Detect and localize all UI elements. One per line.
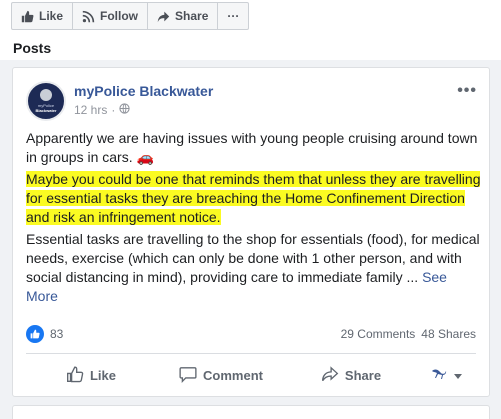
page-action-buttons: Like Follow Share ··· bbox=[11, 2, 250, 30]
page-share-button[interactable]: Share bbox=[148, 3, 219, 29]
page-share-label: Share bbox=[175, 9, 209, 23]
posts-header-strip bbox=[0, 36, 501, 60]
shares-count-link[interactable]: 48 Shares bbox=[421, 327, 476, 341]
avatar-text-line2: Blackwater bbox=[35, 108, 57, 113]
reactions-summary[interactable]: 83 bbox=[26, 325, 63, 343]
actions-divider bbox=[26, 353, 476, 354]
next-post-card bbox=[12, 405, 490, 419]
share-button[interactable]: Share bbox=[286, 365, 416, 386]
comments-count-link[interactable]: 29 Comments bbox=[341, 327, 416, 341]
post-meta: 12 hrs · bbox=[74, 103, 130, 117]
audience-selector[interactable] bbox=[416, 367, 476, 384]
post-options-button[interactable]: ••• bbox=[457, 82, 477, 100]
share-arrow-icon bbox=[321, 365, 339, 386]
post-timestamp[interactable]: 12 hrs bbox=[74, 103, 107, 117]
posts-heading: Posts bbox=[13, 40, 52, 56]
kangaroo-icon bbox=[430, 367, 448, 384]
reaction-count: 83 bbox=[50, 327, 64, 341]
page-like-label: Like bbox=[39, 9, 64, 23]
comment-button[interactable]: Comment bbox=[156, 365, 286, 386]
share-arrow-icon bbox=[157, 10, 170, 23]
thumbs-up-outline-icon bbox=[66, 365, 84, 386]
globe-icon bbox=[119, 103, 130, 117]
avatar[interactable]: myPolice Blackwater bbox=[26, 81, 66, 121]
post-paragraph-2: Maybe you could be one that reminds them… bbox=[26, 170, 481, 227]
more-dots-icon: ··· bbox=[227, 9, 240, 23]
page-like-button[interactable]: Like bbox=[12, 3, 74, 29]
rss-icon bbox=[82, 10, 95, 23]
comment-button-label: Comment bbox=[203, 367, 263, 383]
chevron-down-icon bbox=[454, 368, 462, 383]
engagement-counts: 29 Comments 48 Shares bbox=[341, 327, 476, 341]
highlighted-text: Maybe you could be one that reminds them… bbox=[26, 171, 481, 225]
thumbs-up-icon bbox=[21, 10, 34, 23]
post-actions: Like Comment Share bbox=[26, 360, 476, 390]
page-more-button[interactable]: ··· bbox=[218, 3, 248, 29]
like-button-label: Like bbox=[89, 367, 116, 383]
follow-button[interactable]: Follow bbox=[73, 3, 149, 29]
post-card: myPolice Blackwater myPolice Blackwater … bbox=[12, 67, 490, 397]
paragraph-3-text: Essential tasks are travelling to the sh… bbox=[26, 231, 480, 285]
post-paragraph-1: Apparently we are having issues with you… bbox=[26, 130, 478, 165]
share-button-label: Share bbox=[344, 367, 382, 383]
meta-separator: · bbox=[111, 103, 116, 117]
post-body: Apparently we are having issues with you… bbox=[26, 129, 481, 306]
police-badge-icon bbox=[40, 89, 52, 101]
follow-label: Follow bbox=[100, 9, 139, 23]
comment-bubble-icon bbox=[179, 365, 197, 386]
like-button[interactable]: Like bbox=[26, 365, 156, 386]
post-paragraph-3: Essential tasks are travelling to the sh… bbox=[26, 230, 481, 306]
like-reaction-icon bbox=[26, 325, 44, 343]
page-name-link[interactable]: myPolice Blackwater bbox=[74, 83, 213, 99]
